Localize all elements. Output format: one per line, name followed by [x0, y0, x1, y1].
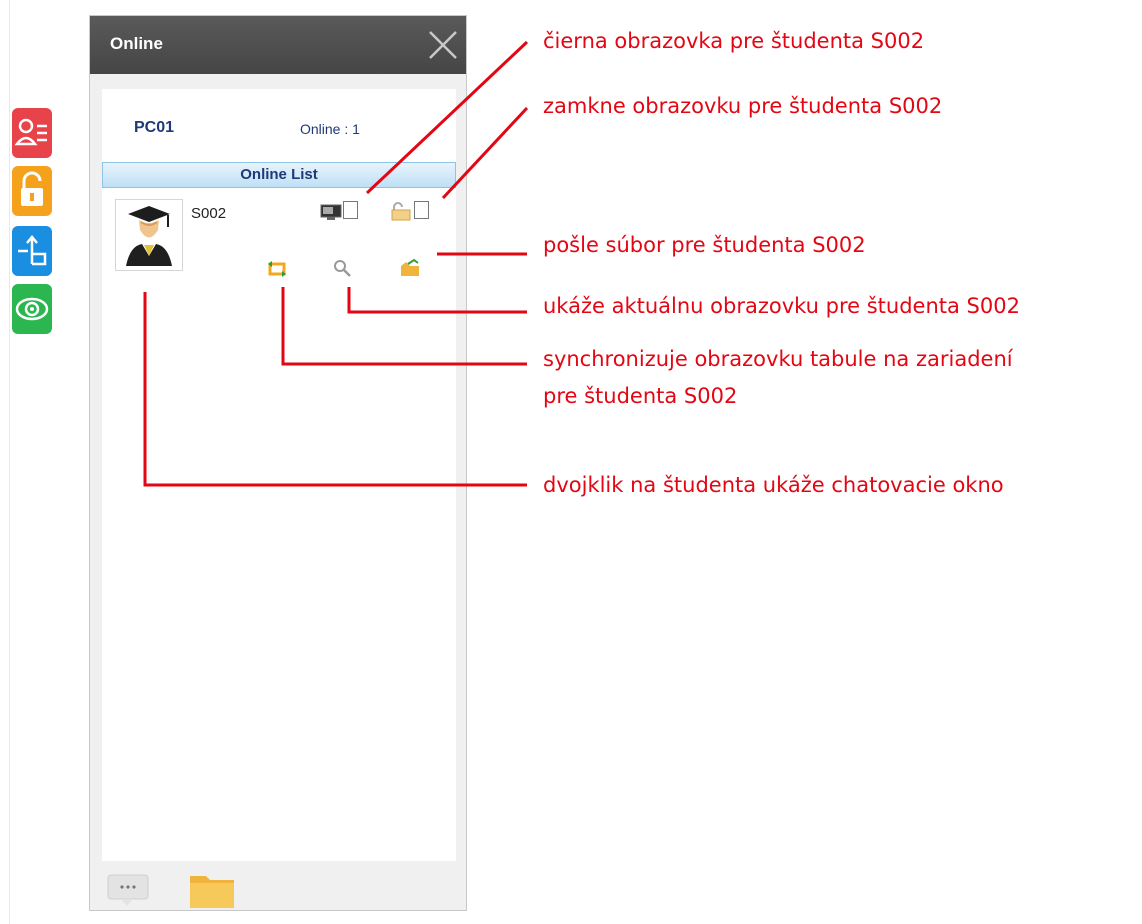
annotation-lock-screen: zamkne obrazovku pre študenta S002 [543, 94, 943, 118]
annotation-sync-line1: synchronizuje obrazovku tabule na zariad… [543, 347, 1013, 371]
annotation-chat: dvojklik na študenta ukáže chatovacie ok… [543, 473, 1004, 497]
annotation-black-screen: čierna obrazovka pre študenta S002 [543, 29, 925, 53]
annotation-show-screen: ukáže aktuálnu obrazovku pre študenta S0… [543, 294, 1020, 318]
annotation-send-file: pošle súbor pre študenta S002 [543, 233, 866, 257]
annotation-sync-line2: pre študenta S002 [543, 384, 738, 408]
annotation-lines [143, 40, 529, 487]
